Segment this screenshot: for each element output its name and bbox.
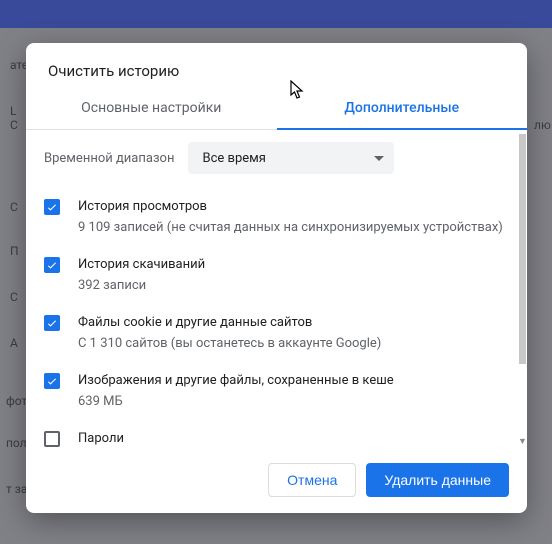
checkbox-cookies[interactable] bbox=[44, 315, 60, 331]
dialog-footer: Отмена Удалить данные bbox=[26, 449, 527, 513]
bg-text: пол bbox=[6, 436, 27, 450]
bg-text: А bbox=[10, 336, 18, 350]
item-title: История просмотров bbox=[78, 198, 507, 216]
item-subtitle: 9 109 записей (не считая данных на синхр… bbox=[78, 219, 507, 237]
dialog-content: Временной диапазон Все время История про… bbox=[26, 130, 517, 449]
scrollbar-thumb[interactable] bbox=[519, 134, 526, 364]
item-subtitle: 392 записи bbox=[78, 277, 507, 295]
checkbox-passwords[interactable] bbox=[44, 431, 60, 447]
tab-bar: Основные настройки Дополнительные bbox=[26, 88, 527, 130]
time-range-row: Временной диапазон Все время bbox=[44, 142, 507, 174]
scrollbar[interactable]: ▼ bbox=[519, 134, 526, 445]
item-subtitle: С 1 310 сайтов (вы останетесь в аккаунте… bbox=[78, 335, 507, 353]
check-icon bbox=[46, 259, 58, 271]
bg-text: П bbox=[10, 244, 19, 258]
item-title: Пароли bbox=[78, 430, 507, 448]
item-title: Изображения и другие файлы, сохраненные … bbox=[78, 372, 507, 390]
bg-text: С bbox=[10, 118, 18, 132]
checkbox-cached-images[interactable] bbox=[44, 373, 60, 389]
clear-browsing-data-dialog: Очистить историю Основные настройки Допо… bbox=[26, 43, 527, 513]
time-range-value: Все время bbox=[202, 151, 265, 166]
bg-text: т за bbox=[6, 482, 27, 496]
item-title: Файлы cookie и другие данные сайтов bbox=[78, 314, 507, 332]
bg-text: фот bbox=[6, 394, 27, 408]
dialog-title: Очистить историю bbox=[26, 43, 527, 88]
checkbox-browsing-history[interactable] bbox=[44, 199, 60, 215]
checkbox-download-history[interactable] bbox=[44, 257, 60, 273]
item-title: История скачиваний bbox=[78, 256, 507, 274]
check-icon bbox=[46, 375, 58, 387]
item-download-history: История скачиваний 392 записи bbox=[44, 248, 507, 306]
tab-basic[interactable]: Основные настройки bbox=[26, 88, 277, 129]
chevron-down-icon bbox=[374, 156, 384, 161]
time-range-select[interactable]: Все время bbox=[188, 142, 394, 174]
item-cookies: Файлы cookie и другие данные сайтов С 1 … bbox=[44, 306, 507, 364]
check-icon bbox=[46, 317, 58, 329]
check-icon bbox=[46, 201, 58, 213]
scroll-down-icon[interactable]: ▼ bbox=[518, 438, 527, 447]
bg-text: С bbox=[10, 200, 18, 214]
item-cached-images: Изображения и другие файлы, сохраненные … bbox=[44, 364, 507, 422]
item-subtitle: 639 МБ bbox=[78, 393, 507, 411]
item-browsing-history: История просмотров 9 109 записей (не счи… bbox=[44, 190, 507, 248]
bg-text: L bbox=[10, 104, 16, 118]
item-passwords: Пароли 1 синхронизированный пароль bbox=[44, 422, 507, 449]
bg-text: С bbox=[10, 290, 18, 304]
cancel-button[interactable]: Отмена bbox=[268, 463, 356, 497]
delete-data-button[interactable]: Удалить данные bbox=[366, 463, 509, 497]
time-range-label: Временной диапазон bbox=[44, 151, 174, 166]
bg-text: лю bbox=[534, 118, 551, 132]
tab-advanced[interactable]: Дополнительные bbox=[277, 88, 528, 129]
